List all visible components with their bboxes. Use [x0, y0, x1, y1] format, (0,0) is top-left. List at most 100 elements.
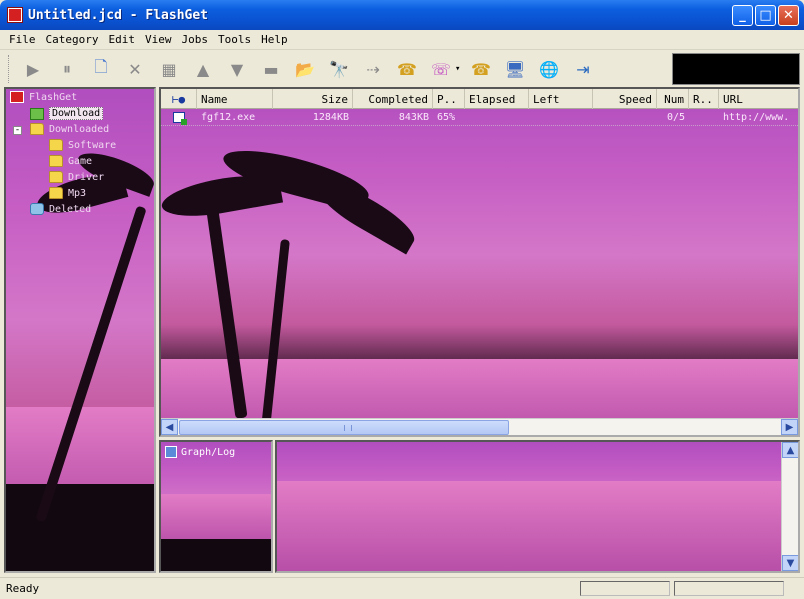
- folder-icon: [49, 155, 63, 167]
- tree-item-download[interactable]: Download: [30, 107, 104, 120]
- graph-log-item[interactable]: Graph/Log: [165, 446, 235, 458]
- folder-icon: [30, 123, 44, 135]
- status-segment: [674, 581, 784, 596]
- drop-target-box[interactable]: [672, 53, 800, 85]
- column-header: ⊢● Name Size Completed P.. Elapsed Left …: [161, 89, 798, 109]
- palm-leaf: [310, 173, 422, 255]
- schedule-icon[interactable]: ☎: [467, 55, 495, 83]
- column-speed[interactable]: Speed: [593, 89, 657, 109]
- connect-icon[interactable]: ⇢: [359, 55, 387, 83]
- site-manager-icon[interactable]: 🖥: [501, 55, 529, 83]
- vertical-scrollbar[interactable]: ▲ ▼: [781, 442, 798, 571]
- job-name: fgf12.exe: [201, 112, 256, 123]
- status-text: Ready: [6, 582, 40, 595]
- table-row[interactable]: fgf12.exe 1284KB 843KB 65% 0/5 http://ww…: [161, 109, 798, 126]
- menu-bar: File Category Edit View Jobs Tools Help: [0, 30, 804, 50]
- job-elapsed: [465, 109, 529, 126]
- download-icon: [30, 107, 44, 120]
- tree-item-downloaded[interactable]: Downloaded: [30, 123, 109, 135]
- scroll-grip: [344, 425, 352, 431]
- job-left: [529, 109, 593, 126]
- scroll-thumb[interactable]: [179, 420, 509, 435]
- job-completed: 843KB: [398, 112, 429, 123]
- column-size[interactable]: Size: [273, 89, 353, 109]
- toolbar-grip[interactable]: [8, 55, 11, 83]
- column-retry[interactable]: R..: [689, 89, 719, 109]
- scroll-right-icon[interactable]: ▶: [781, 419, 798, 435]
- window-controls: _ □ ✕: [732, 5, 799, 26]
- move-down-icon[interactable]: ▼: [223, 55, 251, 83]
- menu-file[interactable]: File: [4, 33, 41, 46]
- column-name[interactable]: Name: [197, 89, 273, 109]
- dial-icon[interactable]: ☎: [393, 55, 421, 83]
- folder-icon: [49, 187, 63, 199]
- main-area: FlashGet Download - Downloaded Software …: [4, 87, 800, 576]
- hangup-dropdown-icon[interactable]: ▾: [455, 64, 463, 74]
- maximize-button[interactable]: □: [755, 5, 776, 26]
- graph-pane[interactable]: Graph/Log: [159, 440, 273, 573]
- minimize-button[interactable]: _: [732, 5, 753, 26]
- find-icon[interactable]: 🔭: [325, 55, 353, 83]
- flashget-icon: [10, 91, 24, 103]
- menu-jobs[interactable]: Jobs: [176, 33, 213, 46]
- sea-decoration: [277, 480, 798, 571]
- category-tree[interactable]: FlashGet Download - Downloaded Software …: [4, 87, 156, 573]
- tree-root[interactable]: FlashGet: [10, 91, 77, 103]
- column-num[interactable]: Num: [657, 89, 689, 109]
- tree-item-game[interactable]: Game: [49, 155, 92, 167]
- sea-decoration: [161, 493, 271, 546]
- column-elapsed[interactable]: Elapsed: [465, 89, 529, 109]
- menu-tools[interactable]: Tools: [213, 33, 256, 46]
- folder-icon: [49, 171, 63, 183]
- graph-icon: [165, 446, 177, 458]
- properties-icon[interactable]: ▦: [155, 55, 183, 83]
- tree-item-software[interactable]: Software: [49, 139, 116, 151]
- title-bar[interactable]: Untitled.jcd - FlashGet _ □ ✕: [0, 0, 804, 30]
- card-icon[interactable]: ▬: [257, 55, 285, 83]
- scroll-down-icon[interactable]: ▼: [782, 555, 798, 571]
- recycle-bin-icon: [30, 203, 44, 215]
- status-bar: Ready: [0, 577, 804, 599]
- job-size: 1284KB: [312, 112, 349, 123]
- job-speed: [593, 109, 657, 126]
- start-icon[interactable]: ▶: [19, 55, 47, 83]
- column-completed[interactable]: Completed: [353, 89, 433, 109]
- hangup-icon[interactable]: ☏: [427, 55, 455, 83]
- folder-icon: [49, 139, 63, 151]
- job-percent: 65%: [437, 112, 456, 123]
- column-status-icon[interactable]: ⊢●: [161, 89, 197, 109]
- hill-decoration: [6, 484, 154, 571]
- job-retries: [689, 109, 719, 126]
- move-up-icon[interactable]: ▲: [189, 55, 217, 83]
- web-icon[interactable]: 🌐: [535, 55, 563, 83]
- job-status-icon: [161, 109, 197, 126]
- column-url[interactable]: URL: [719, 89, 798, 109]
- flashget-app-icon[interactable]: [7, 7, 23, 23]
- tree-item-mp3[interactable]: Mp3: [49, 187, 86, 199]
- status-segment: [580, 581, 670, 596]
- job-num: 0/5: [666, 112, 685, 123]
- delete-icon[interactable]: ✕: [121, 55, 149, 83]
- exit-icon[interactable]: ⇥: [569, 55, 597, 83]
- pause-icon[interactable]: ⏸: [53, 55, 81, 83]
- close-button[interactable]: ✕: [778, 5, 799, 26]
- column-left[interactable]: Left: [529, 89, 593, 109]
- hill-decoration: [161, 538, 271, 571]
- tree-collapse-icon[interactable]: -: [13, 126, 22, 135]
- new-job-icon[interactable]: 🗋: [87, 55, 115, 83]
- log-pane[interactable]: ▲ ▼: [275, 440, 800, 573]
- scroll-up-icon[interactable]: ▲: [782, 442, 798, 458]
- job-list[interactable]: ⊢● Name Size Completed P.. Elapsed Left …: [159, 87, 800, 437]
- job-url: http://www.: [723, 112, 790, 123]
- tree-item-deleted[interactable]: Deleted: [30, 203, 91, 215]
- horizontal-scrollbar[interactable]: ◀ ▶: [161, 418, 798, 435]
- scroll-left-icon[interactable]: ◀: [161, 419, 178, 435]
- menu-category[interactable]: Category: [41, 33, 104, 46]
- menu-edit[interactable]: Edit: [103, 33, 140, 46]
- window-title: Untitled.jcd - FlashGet: [28, 7, 209, 23]
- menu-help[interactable]: Help: [256, 33, 293, 46]
- menu-view[interactable]: View: [140, 33, 177, 46]
- open-folder-icon[interactable]: 📂: [291, 55, 319, 83]
- column-percent[interactable]: P..: [433, 89, 465, 109]
- tree-item-driver[interactable]: Driver: [49, 171, 104, 183]
